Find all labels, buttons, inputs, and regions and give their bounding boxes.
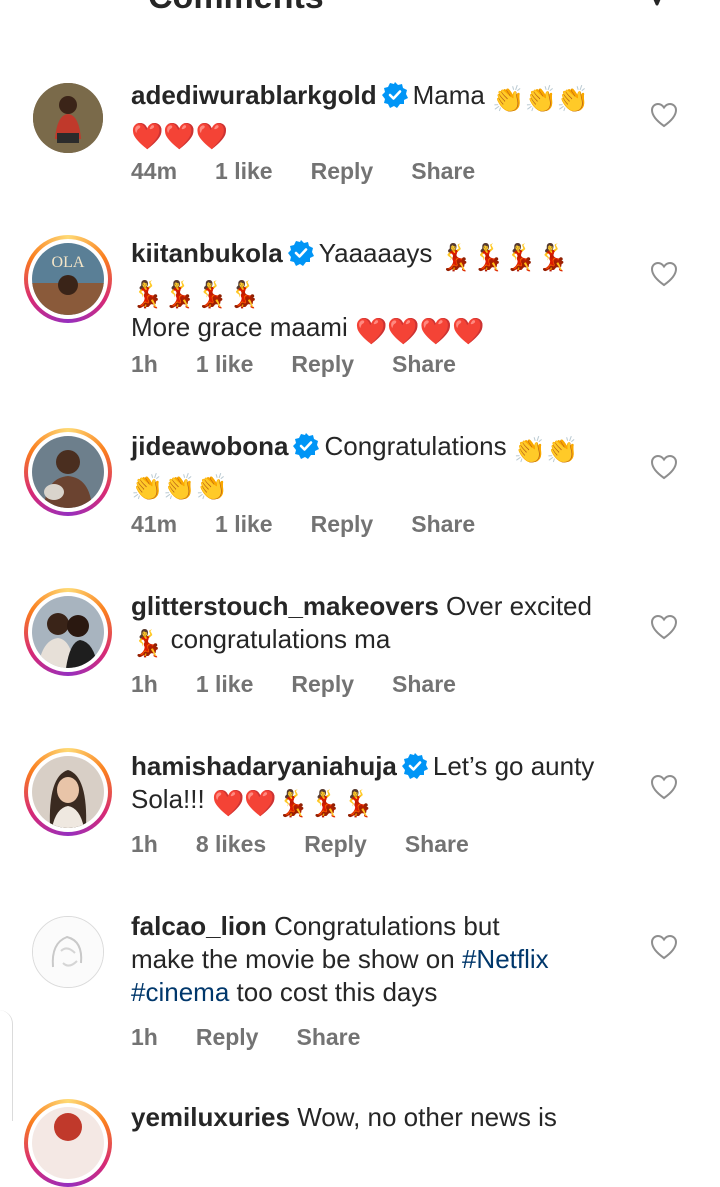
comment-text: More grace maami [131, 312, 348, 342]
like-count[interactable]: 1 like [196, 351, 254, 377]
page-title: Comments [148, 0, 324, 14]
avatar-photo [32, 436, 104, 508]
reply-button[interactable]: Reply [196, 1024, 259, 1050]
comment-body: glitterstouch_makeovers Over excited 💃 c… [131, 590, 631, 660]
heart-outline-icon[interactable] [650, 261, 678, 287]
comment-text: Over excited [446, 591, 592, 621]
username[interactable]: yemiluxuries [131, 1102, 290, 1132]
username[interactable]: glitterstouch_makeovers [131, 591, 439, 621]
back-arrow-icon[interactable] [28, 0, 58, 2]
comments-header: Comments [0, 0, 720, 40]
comment-body: yemiluxuries Wow, no other news is [131, 1101, 631, 1134]
heart-outline-icon[interactable] [650, 102, 678, 128]
comment-text: make the movie be show on [131, 944, 455, 974]
timestamp: 1h [131, 351, 158, 377]
like-count[interactable]: 1 like [215, 158, 273, 184]
reply-button[interactable]: Reply [311, 158, 374, 184]
clap-emojis: 👏👏👏 [492, 84, 590, 114]
verified-badge-icon [401, 753, 428, 779]
timestamp: 1h [131, 831, 158, 857]
send-icon[interactable] [642, 0, 672, 6]
reply-button[interactable]: Reply [304, 831, 367, 857]
heart-outline-icon[interactable] [650, 454, 678, 480]
avatar-photo [33, 83, 103, 153]
username[interactable]: jideawobona [131, 431, 288, 461]
heart-outline-icon[interactable] [650, 774, 678, 800]
share-button[interactable]: Share [411, 158, 475, 184]
comment-text: Sola!!! [131, 784, 205, 814]
avatar-story-ring[interactable] [24, 1099, 112, 1187]
comment-body: jideawobona Congratulations 👏👏 👏👏👏 [131, 430, 631, 504]
comment-meta: 44m 1 like Reply Share [131, 158, 513, 185]
comment-text: Congratulations [324, 431, 507, 461]
verified-badge-icon [287, 240, 314, 266]
username[interactable]: adediwurablarkgold [131, 80, 377, 110]
username[interactable]: hamishadaryaniahuja [131, 751, 397, 781]
dancer-emojis: 💃 [131, 628, 164, 658]
heart-emojis: ❤️❤️❤️❤️ [354, 316, 485, 346]
comment-text: Yaaaaays [318, 238, 433, 268]
comment-meta: 1h Reply Share [131, 1024, 398, 1051]
clap-emojis: 👏👏👏 [131, 472, 229, 502]
timestamp: 41m [131, 511, 178, 537]
reply-button[interactable]: Reply [311, 511, 374, 537]
comment-text: congratulations ma [170, 624, 391, 654]
like-count[interactable]: 8 likes [196, 831, 266, 857]
avatar-story-ring[interactable]: OLA [24, 235, 112, 323]
avatar[interactable] [32, 916, 104, 988]
clap-emojis: 👏👏 [513, 435, 579, 465]
share-button[interactable]: Share [392, 351, 456, 377]
comment-text: too cost this days [236, 977, 438, 1007]
comment-text: Congratulations but [274, 911, 500, 941]
comment-meta: 1h 8 likes Reply Share [131, 831, 507, 858]
share-button[interactable]: Share [392, 671, 456, 697]
comment-text: Wow, no other news is [297, 1102, 557, 1132]
dancer-emojis: 💃💃💃💃 [131, 279, 261, 309]
comment-body: hamishadaryaniahuja Let’s go aunty Sola!!… [131, 750, 631, 820]
avatar-photo [32, 1107, 104, 1179]
comment-body: falcao_lion Congratulations but make the… [131, 910, 631, 1009]
avatar-photo [33, 917, 103, 987]
left-panel-edge [0, 1010, 13, 1121]
comment-body: adediwurablarkgold Mama 👏👏👏 ❤️❤️❤️ [131, 79, 631, 153]
avatar-photo [32, 756, 104, 828]
like-count[interactable]: 1 like [215, 511, 273, 537]
share-button[interactable]: Share [405, 831, 469, 857]
avatar-story-ring[interactable] [24, 588, 112, 676]
hashtag-link[interactable]: #cinema [131, 977, 229, 1007]
avatar-poster-text: OLA [52, 254, 85, 271]
verified-badge-icon [381, 82, 408, 108]
username[interactable]: falcao_lion [131, 911, 267, 941]
comment-meta: 1h 1 like Reply Share [131, 351, 494, 378]
avatar-story-ring[interactable] [24, 428, 112, 516]
avatar-story-ring[interactable] [24, 748, 112, 836]
timestamp: 1h [131, 671, 158, 697]
reply-button[interactable]: Reply [291, 671, 354, 697]
avatar-photo [32, 596, 104, 668]
timestamp: 1h [131, 1024, 158, 1050]
heart-outline-icon[interactable] [650, 934, 678, 960]
dancer-emojis: 💃💃💃💃 [439, 242, 570, 272]
reply-button[interactable]: Reply [291, 351, 354, 377]
avatar-photo: OLA [32, 243, 104, 315]
timestamp: 44m [131, 158, 178, 184]
share-button[interactable]: Share [296, 1024, 360, 1050]
username[interactable]: kiitanbukola [131, 238, 283, 268]
heart-emojis: ❤️❤️❤️ [131, 121, 229, 151]
avatar[interactable] [33, 83, 103, 153]
like-count[interactable]: 1 like [196, 671, 254, 697]
comment-meta: 1h 1 like Reply Share [131, 671, 494, 698]
heart-dancer-emojis: ❤️❤️💃💃💃 [211, 788, 374, 818]
comment-meta: 41m 1 like Reply Share [131, 511, 513, 538]
comment-body: kiitanbukola Yaaaaays 💃💃💃💃 💃💃💃💃 More grac… [131, 237, 631, 348]
verified-badge-icon [293, 433, 320, 459]
comment-text: Mama [412, 80, 485, 110]
hashtag-link[interactable]: #Netflix [462, 944, 549, 974]
share-button[interactable]: Share [411, 511, 475, 537]
heart-outline-icon[interactable] [650, 614, 678, 640]
comment-text: Let’s go aunty [432, 751, 595, 781]
